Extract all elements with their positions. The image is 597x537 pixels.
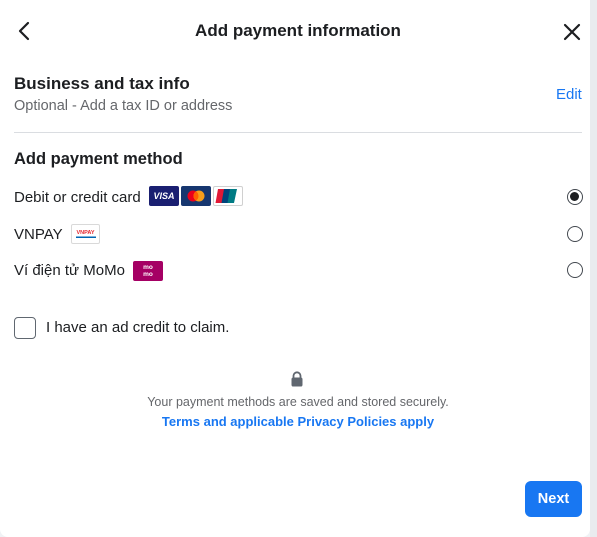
radio-momo[interactable] xyxy=(567,262,583,278)
vnpay-logos: VNPAY xyxy=(71,224,100,244)
mastercard-logo xyxy=(181,186,211,206)
vnpay-logo: VNPAY xyxy=(71,224,100,244)
secure-storage-text: Your payment methods are saved and store… xyxy=(147,395,449,409)
payment-option-vnpay[interactable]: VNPAY VNPAY xyxy=(0,221,590,251)
next-button[interactable]: Next xyxy=(525,481,582,517)
payment-option-card[interactable]: Debit or credit card VISA xyxy=(0,184,590,214)
visa-logo-text: VISA xyxy=(153,191,175,201)
business-tax-subtitle: Optional - Add a tax ID or address xyxy=(14,98,233,114)
momo-logo-text-top: mo xyxy=(143,264,153,271)
radio-vnpay[interactable] xyxy=(567,226,583,242)
lock-icon xyxy=(291,371,303,387)
terms-privacy-link[interactable]: Terms and applicable Privacy Policies ap… xyxy=(0,413,596,430)
close-button[interactable] xyxy=(559,19,585,45)
payment-method-title: Add payment method xyxy=(14,150,183,168)
ad-credit-checkbox[interactable] xyxy=(14,317,36,339)
unionpay-logo xyxy=(213,186,243,206)
vnpay-underline-icon xyxy=(75,236,96,238)
payment-option-label: Ví điện tử MoMo xyxy=(14,262,125,279)
business-tax-title: Business and tax info xyxy=(14,74,190,93)
unionpay-icon xyxy=(215,189,237,203)
add-payment-dialog: Add payment information Business and tax… xyxy=(0,0,590,537)
payment-option-label: Debit or credit card xyxy=(14,189,141,206)
background-strip xyxy=(590,0,597,537)
ad-credit-label: I have an ad credit to claim. xyxy=(46,319,230,336)
payment-option-label: VNPAY xyxy=(14,226,63,243)
momo-logo: mo mo xyxy=(133,261,163,281)
radio-card[interactable] xyxy=(567,189,583,205)
card-logos: VISA xyxy=(149,186,243,206)
visa-logo: VISA xyxy=(149,186,179,206)
close-icon xyxy=(563,23,581,41)
mastercard-icon xyxy=(187,190,205,202)
divider xyxy=(14,132,582,133)
edit-business-link[interactable]: Edit xyxy=(556,86,582,104)
dialog-header: Add payment information xyxy=(0,0,590,62)
momo-logos: mo mo xyxy=(133,261,163,281)
dialog-title: Add payment information xyxy=(195,21,401,40)
payment-option-momo[interactable]: Ví điện tử MoMo mo mo xyxy=(0,257,590,287)
momo-logo-text-bottom: mo xyxy=(143,271,153,278)
